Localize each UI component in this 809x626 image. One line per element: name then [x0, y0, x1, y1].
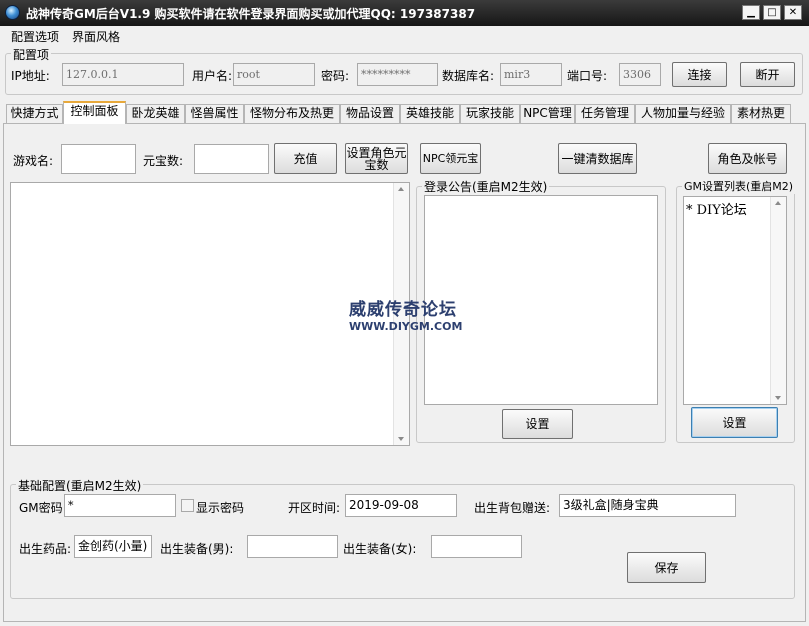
- tab-npc-management[interactable]: NPC管理: [520, 104, 575, 123]
- tab-control-panel[interactable]: 控制面板: [63, 101, 126, 124]
- scroll-up-icon[interactable]: [775, 201, 781, 205]
- open-time-label: 开区时间:: [288, 501, 341, 515]
- ip-label: IP地址:: [11, 69, 50, 83]
- gm-list-item[interactable]: * DIY论坛: [686, 199, 747, 218]
- equip-male-label: 出生装备(男):: [160, 542, 234, 556]
- window-title: 战神传奇GM后台V1.9 购买软件请在软件登录界面购买或加代理QQ: 19738…: [26, 7, 476, 21]
- username-label: 用户名:: [192, 69, 233, 83]
- equip-female-input[interactable]: [431, 535, 522, 558]
- ip-field[interactable]: 127.0.0.1: [62, 63, 184, 86]
- game-name-input[interactable]: [61, 144, 136, 174]
- game-name-label: 游戏名:: [13, 154, 54, 168]
- scroll-down-icon[interactable]: [398, 437, 404, 441]
- equip-male-input[interactable]: [247, 535, 338, 558]
- disconnect-button[interactable]: 断开: [740, 62, 795, 87]
- open-time-input[interactable]: 2019-09-08: [345, 494, 457, 517]
- npc-yuanbao-button[interactable]: NPC领元宝: [420, 143, 481, 174]
- watermark-text: 威威传奇论坛: [349, 300, 457, 320]
- minimize-button[interactable]: ▁: [742, 5, 760, 20]
- gm-list-set-button[interactable]: 设置: [691, 407, 778, 438]
- tab-monster-attributes[interactable]: 怪兽属性: [185, 104, 244, 123]
- password-field[interactable]: *********: [357, 63, 438, 86]
- app-icon: [5, 5, 20, 20]
- watermark-url: WWW.DIYGM.COM: [349, 320, 463, 333]
- tab-task-management[interactable]: 任务管理: [575, 104, 635, 123]
- yuanbao-label: 元宝数:: [143, 154, 184, 168]
- show-password-checkbox[interactable]: [181, 499, 194, 512]
- maximize-button[interactable]: □: [763, 5, 781, 20]
- gm-password-label: GM密码:: [19, 501, 67, 515]
- port-field[interactable]: 3306: [619, 63, 661, 86]
- menu-config-options[interactable]: 配置选项: [11, 28, 59, 45]
- role-account-button[interactable]: 角色及帐号: [708, 143, 787, 174]
- set-role-yuanbao-line2: 宝数: [364, 157, 389, 172]
- tab-assets-hotupdate[interactable]: 素材热更: [731, 104, 791, 123]
- gm-password-input[interactable]: *: [64, 494, 176, 517]
- bag-gift-label: 出生背包赠送:: [474, 501, 551, 515]
- database-field[interactable]: mir3: [500, 63, 562, 86]
- medicine-label: 出生药品:: [19, 542, 72, 556]
- tab-shortcuts[interactable]: 快捷方式: [6, 104, 63, 123]
- gm-list-box[interactable]: * DIY论坛: [683, 196, 787, 405]
- set-role-yuanbao-line1: 设置角色元: [346, 145, 407, 160]
- username-field[interactable]: root: [233, 63, 315, 86]
- equip-female-label: 出生装备(女):: [343, 542, 417, 556]
- scroll-up-icon[interactable]: [398, 187, 404, 191]
- config-group-title: 配置项: [11, 46, 52, 63]
- gm-list-title: GM设置列表(重启M2): [682, 178, 796, 194]
- scroll-down-icon[interactable]: [775, 396, 781, 400]
- clear-database-button[interactable]: 一键清数据库: [558, 143, 637, 174]
- connect-button[interactable]: 连接: [672, 62, 727, 87]
- tab-player-skills[interactable]: 玩家技能: [460, 104, 520, 123]
- recharge-button[interactable]: 充值: [274, 143, 337, 174]
- port-label: 端口号:: [567, 69, 608, 83]
- bag-gift-input[interactable]: 3级礼盒|随身宝典: [559, 494, 736, 517]
- gm-list-scrollbar[interactable]: [770, 197, 786, 404]
- show-password-label: 显示密码: [196, 501, 245, 515]
- database-label: 数据库名:: [442, 69, 495, 83]
- save-button[interactable]: 保存: [627, 552, 706, 583]
- tab-hero-skills[interactable]: 英雄技能: [400, 104, 460, 123]
- tab-monster-distribution[interactable]: 怪物分布及热更: [244, 104, 340, 123]
- login-notice-textarea[interactable]: [424, 195, 658, 405]
- close-button[interactable]: ✕: [784, 5, 802, 20]
- medicine-input[interactable]: 金创药(小量): [74, 535, 152, 558]
- tab-wolong-hero[interactable]: 卧龙英雄: [126, 104, 185, 123]
- menu-ui-style[interactable]: 界面风格: [72, 28, 120, 45]
- basic-config-title: 基础配置(重启M2生效): [16, 477, 144, 494]
- yuanbao-input[interactable]: [194, 144, 269, 174]
- tab-character-exp[interactable]: 人物加量与经验: [635, 104, 731, 123]
- set-role-yuanbao-button[interactable]: 设置角色元 宝数: [345, 143, 408, 174]
- login-notice-set-button[interactable]: 设置: [502, 409, 573, 439]
- tab-item-settings[interactable]: 物品设置: [340, 104, 400, 123]
- login-notice-title: 登录公告(重启M2生效): [422, 178, 550, 195]
- menu-bar: [0, 26, 809, 44]
- password-label: 密码:: [321, 69, 350, 83]
